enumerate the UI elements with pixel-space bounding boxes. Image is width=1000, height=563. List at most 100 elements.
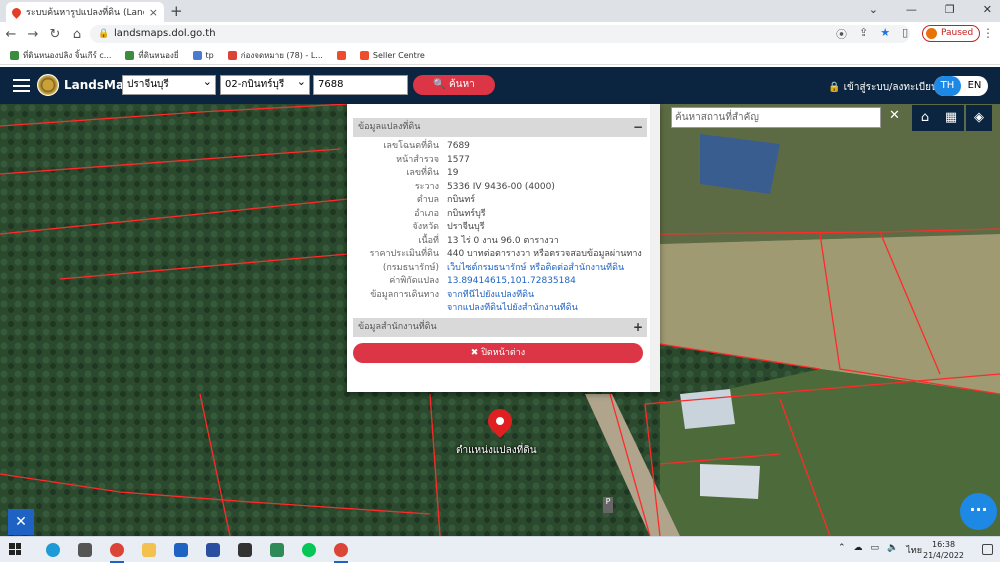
shopee-icon <box>336 50 346 60</box>
directions-to-parcel-link[interactable]: จากที่นี่ไปยังแปลงที่ดิน <box>447 289 647 303</box>
share-icon[interactable]: ⇪ <box>859 26 868 42</box>
info-key: เนื้อที่ <box>418 235 439 246</box>
coordinates-link[interactable]: 13.89414615,101.72835184 <box>447 275 647 289</box>
browser-tab[interactable]: ระบบค้นหารูปแปลงที่ดิน (LandsMaps) × <box>6 2 164 22</box>
expand-icon[interactable]: + <box>633 318 643 337</box>
parcel-info-rows: เลขโฉนดที่ดิน 7689 หน้าสำรวจ 1577 เลขที่ดิ… <box>353 140 647 316</box>
bookmark-icon <box>125 50 135 60</box>
file-explorer-icon[interactable] <box>136 540 162 560</box>
edge-icon[interactable] <box>40 540 66 560</box>
login-label: เข้าสู่ระบบ/ลงทะเบียน <box>843 82 938 93</box>
info-row: เลขที่ดิน 19 <box>353 167 647 181</box>
window-controls: ⌄ — ❐ ✕ <box>869 3 992 16</box>
info-row: จากแปลงที่ดินไปยังสำนักงานที่ดิน <box>353 302 647 316</box>
close-tab-icon[interactable]: × <box>149 6 158 19</box>
chrome-icon[interactable] <box>104 540 130 563</box>
sidebar-icon[interactable]: ▯ <box>902 26 908 42</box>
chevron-down-icon[interactable]: ⌄ <box>869 3 878 16</box>
bookmark-item[interactable]: ที่ดินหนองปลิง จิ้นเกีร์ c... <box>10 49 111 62</box>
input-language[interactable]: ไทย <box>906 543 922 557</box>
mail-icon[interactable] <box>168 540 194 560</box>
layers-icon: ◈ <box>974 110 984 125</box>
hamburger-menu-icon[interactable] <box>13 79 30 92</box>
app-icon[interactable] <box>200 540 226 560</box>
network-icon[interactable]: ▭ <box>871 543 880 557</box>
road-label: P <box>603 497 613 513</box>
restore-icon[interactable]: ❐ <box>945 3 955 16</box>
info-value: 5336 IV 9436-00 (4000) <box>447 181 555 192</box>
district-select[interactable]: 02-กบินทร์บุรี <box>220 73 310 95</box>
parcel-info-title: ข้อมูลแปลงที่ดิน <box>358 122 421 132</box>
store-icon[interactable] <box>72 540 98 560</box>
bookmark-label: ที่ดินหนองปลิง จิ้นเกีร์ c... <box>23 50 112 60</box>
popup-scrollbar[interactable] <box>650 104 660 392</box>
menu-kebab-icon[interactable]: ⋮ <box>982 26 994 40</box>
clock-date: 21/4/2022 <box>923 551 965 560</box>
login-link[interactable]: 🔒 เข้าสู่ระบบ/ลงทะเบียน <box>828 80 938 95</box>
lang-en-button[interactable]: EN <box>961 76 988 96</box>
profile-paused-button[interactable]: Paused <box>922 25 981 42</box>
cloud-icon[interactable]: ☁ <box>854 543 863 557</box>
address-bar-row: ← → ↻ ⌂ 🔒 landsmaps.dol.go.th ⦿ ⇪ ★ ▯ Pa… <box>0 22 1000 46</box>
treasury-link[interactable]: เว็บไซต์กรมธนารักษ์ หรือติดต่อสำนักงานที… <box>447 262 647 276</box>
info-row: ค่าพิกัดแปลง 13.89414615,101.72835184 <box>353 275 647 289</box>
info-key: (กรมธนารักษ์) <box>382 262 439 273</box>
directions-to-office-link[interactable]: จากแปลงที่ดินไปยังสำนักงานที่ดิน <box>447 302 647 316</box>
search-icon: 🔍 <box>433 79 449 90</box>
windows-start-icon[interactable] <box>9 543 21 555</box>
lang-th-button[interactable]: TH <box>934 76 961 96</box>
office-info-header[interactable]: ข้อมูลสำนักงานที่ดิน + <box>353 318 647 337</box>
layers-map-button[interactable]: ◈ <box>966 105 992 131</box>
info-value: กบินทร์ <box>447 195 476 205</box>
line-icon[interactable] <box>296 540 322 560</box>
grid-icon: ▦ <box>944 110 958 125</box>
bookmark-item[interactable]: ก่องจดหมาย (78) - L... <box>227 49 323 62</box>
taskbar-clock[interactable]: 16:38 21/4/2022 <box>923 539 964 561</box>
bookmark-item[interactable]: Seller Centre <box>359 50 425 60</box>
volume-icon[interactable]: 🔈 <box>887 543 898 557</box>
photos-icon[interactable] <box>264 540 290 560</box>
close-popup-button[interactable]: ✖ ปิดหน้าต่าง <box>353 343 643 363</box>
tab-title: ระบบค้นหารูปแปลงที่ดิน (LandsMaps) <box>26 8 144 18</box>
info-row: ระวาง 5336 IV 9436-00 (4000) <box>353 181 647 195</box>
info-key <box>353 302 447 316</box>
language-toggle: TH EN <box>934 76 988 96</box>
chevron-up-icon[interactable]: ⌃ <box>838 543 846 557</box>
map-pin-icon <box>10 5 23 19</box>
location-icon[interactable]: ⦿ <box>836 26 847 42</box>
parcel-info-header[interactable]: ข้อมูลแปลงที่ดิน − <box>353 118 647 137</box>
collapse-icon[interactable]: − <box>633 118 643 137</box>
bookmark-item[interactable]: ที่ดินหนองยี่ <box>125 49 179 62</box>
parcel-number-input[interactable]: 7688 <box>313 75 408 95</box>
more-options-button[interactable]: ··· <box>960 493 997 530</box>
taskbar-apps <box>40 540 354 563</box>
back-icon[interactable]: ← <box>0 27 22 42</box>
reload-icon[interactable]: ↻ <box>44 27 66 42</box>
clear-search-icon[interactable]: ✕ <box>889 108 900 123</box>
info-value: 13 ไร่ 0 งาน 96.0 ตารางวา <box>447 235 559 246</box>
info-key: จังหวัด <box>412 222 440 232</box>
home-map-button[interactable]: ⌂ <box>912 105 938 131</box>
chrome-profile-icon[interactable] <box>328 540 354 563</box>
bookmarks-bar: ที่ดินหนองปลิง จิ้นเกีร์ c... ที่ดินหนอง… <box>0 46 1000 65</box>
calendar-icon[interactable] <box>232 540 258 560</box>
home-icon[interactable]: ⌂ <box>66 27 88 42</box>
province-select[interactable]: ปราจีนบุรี <box>122 73 216 95</box>
bookmark-icon <box>10 50 19 60</box>
dol-logo <box>37 74 59 96</box>
close-window-icon[interactable]: ✕ <box>983 3 992 16</box>
bookmark-item[interactable]: tp <box>192 50 214 60</box>
minimize-icon[interactable]: — <box>906 3 917 16</box>
notification-icon[interactable] <box>982 544 993 555</box>
place-search-input[interactable]: ค้นหาสถานที่สำคัญ <box>671 107 881 128</box>
new-tab-button[interactable]: + <box>170 2 183 20</box>
system-tray: ⌃ ☁ ▭ 🔈 ไทย <box>838 543 922 557</box>
url-field[interactable]: 🔒 landsmaps.dol.go.th <box>90 25 910 43</box>
info-key: เลขโฉนดที่ดิน <box>383 141 439 151</box>
bookmark-item[interactable] <box>336 50 346 60</box>
search-button[interactable]: 🔍 ค้นหา <box>413 75 495 95</box>
star-icon[interactable]: ★ <box>880 26 890 42</box>
grid-map-button[interactable]: ▦ <box>938 105 964 131</box>
tools-icon[interactable]: ✕ <box>8 509 34 535</box>
forward-icon[interactable]: → <box>22 27 44 42</box>
